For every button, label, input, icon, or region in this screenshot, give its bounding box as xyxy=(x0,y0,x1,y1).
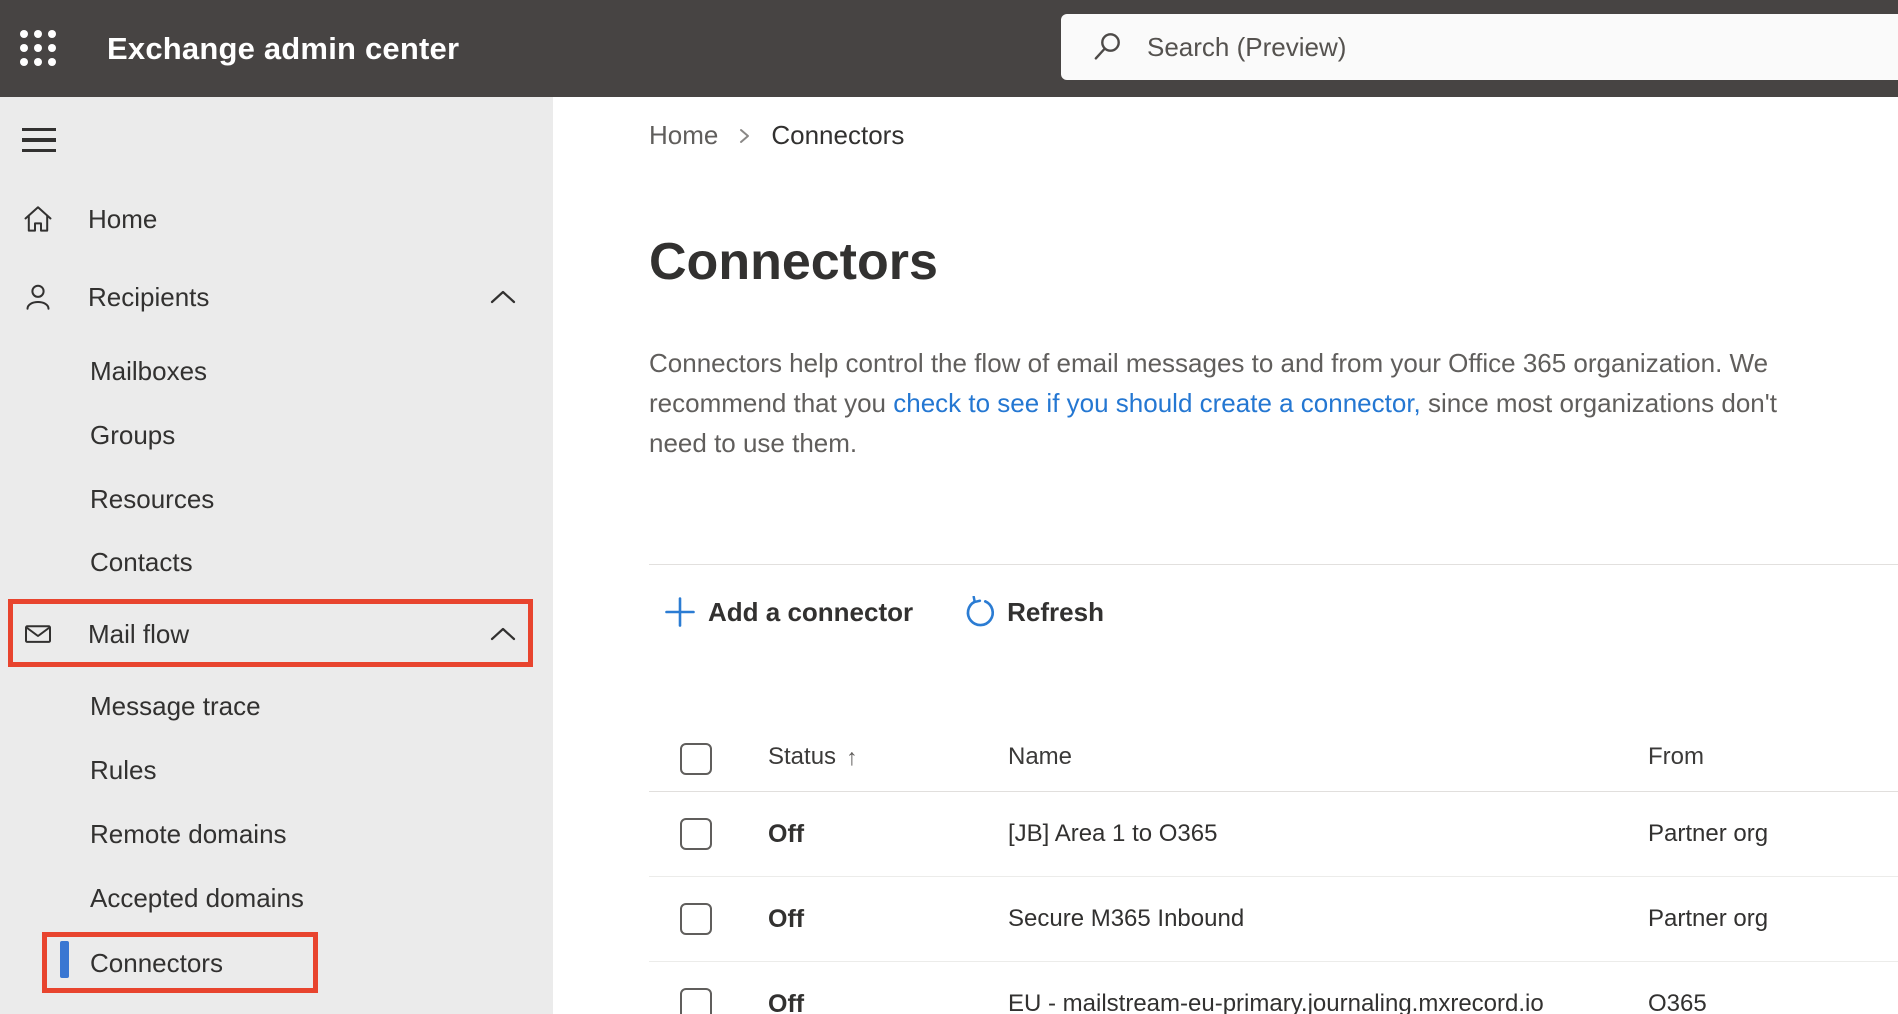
table-header-row: Status ↑ Name From xyxy=(649,660,1898,792)
chevron-up-icon xyxy=(490,290,516,304)
name-cell: Secure M365 Inbound xyxy=(1008,905,1245,932)
sidebar-item-label: Home xyxy=(88,203,158,234)
sidebar-item-groups[interactable]: Groups xyxy=(0,415,553,455)
search-box[interactable] xyxy=(1061,14,1898,80)
sidebar-item-message-trace[interactable]: Message trace xyxy=(0,686,553,726)
column-header-from[interactable]: From xyxy=(1648,743,1898,771)
row-checkbox[interactable] xyxy=(680,903,712,935)
column-header-name[interactable]: Name xyxy=(1008,743,1648,771)
app-launcher-icon[interactable] xyxy=(20,30,56,66)
main-content: Home Connectors Connectors Connectors he… xyxy=(553,97,1898,1014)
toolbar: Add a connector Refresh xyxy=(649,564,1104,660)
refresh-icon xyxy=(966,595,995,626)
sidebar-item-rules[interactable]: Rules xyxy=(0,750,553,790)
row-checkbox[interactable] xyxy=(680,988,712,1014)
from-cell: O365 xyxy=(1648,990,1707,1014)
refresh-label: Refresh xyxy=(1007,596,1104,627)
sidebar-item-label: Connectors xyxy=(90,947,223,978)
table-row[interactable]: Off EU - mailstream-eu-primary.journalin… xyxy=(649,962,1898,1014)
sidebar-item-label: Contacts xyxy=(90,546,193,577)
status-cell: Off xyxy=(768,904,805,933)
sidebar-item-mailboxes[interactable]: Mailboxes xyxy=(0,351,553,391)
table-row[interactable]: Off Secure M365 Inbound Partner org xyxy=(649,877,1898,962)
sidebar-item-label: Resources xyxy=(90,483,215,514)
search-icon xyxy=(1094,33,1120,60)
sidebar-item-label: Mailboxes xyxy=(90,355,208,386)
sort-ascending-icon: ↑ xyxy=(846,743,858,770)
column-header-label: Status xyxy=(768,743,837,770)
breadcrumb-current: Connectors xyxy=(771,119,905,150)
top-bar: Exchange admin center xyxy=(0,0,1898,97)
sidebar-item-home[interactable]: Home xyxy=(0,199,553,239)
page-description: Connectors help control the flow of emai… xyxy=(649,343,1898,463)
sidebar-item-contacts[interactable]: Contacts xyxy=(0,542,553,582)
search-input[interactable] xyxy=(1147,31,1827,63)
sidebar-item-label: Recipients xyxy=(88,281,210,312)
add-connector-button[interactable]: Add a connector xyxy=(664,596,913,628)
sidebar-item-accepted-domains[interactable]: Accepted domains xyxy=(0,878,553,918)
sidebar-item-resources[interactable]: Resources xyxy=(0,479,553,519)
description-text: recommend that you xyxy=(649,388,894,418)
from-cell: Partner org xyxy=(1648,905,1769,932)
selected-item-indicator xyxy=(60,941,69,978)
add-connector-label: Add a connector xyxy=(708,596,914,627)
chevron-right-icon xyxy=(736,125,753,147)
from-cell: Partner org xyxy=(1648,820,1769,847)
sidebar-item-label: Groups xyxy=(90,419,176,450)
create-connector-link[interactable]: check to see if you should create a conn… xyxy=(893,388,1421,418)
sidebar-item-remote-domains[interactable]: Remote domains xyxy=(0,814,553,854)
description-text: Connectors help control the flow of emai… xyxy=(649,348,1769,378)
name-cell: EU - mailstream-eu-primary.journaling.mx… xyxy=(1008,990,1544,1014)
refresh-button[interactable]: Refresh xyxy=(963,595,1104,629)
description-text: since most organizations don't xyxy=(1420,388,1777,418)
table-row[interactable]: Off [JB] Area 1 to O365 Partner org xyxy=(649,792,1898,877)
status-cell: Off xyxy=(768,989,805,1014)
exchange-admin-center-window: Exchange admin center Home Recipients xyxy=(0,0,1898,1014)
name-cell: [JB] Area 1 to O365 xyxy=(1008,820,1218,847)
column-header-status[interactable]: Status ↑ xyxy=(768,743,1008,771)
select-all-checkbox[interactable] xyxy=(680,743,712,775)
connectors-table: Status ↑ Name From Off [JB] Area 1 to O3… xyxy=(649,660,1898,1014)
sidebar-item-label: Remote domains xyxy=(90,818,287,849)
sidebar-item-label: Accepted domains xyxy=(90,882,304,913)
breadcrumb-home-link[interactable]: Home xyxy=(649,120,718,151)
column-header-label: Name xyxy=(1008,743,1073,770)
mail-icon xyxy=(25,625,51,643)
sidebar-item-recipients[interactable]: Recipients xyxy=(0,277,553,317)
row-checkbox[interactable] xyxy=(680,818,712,850)
plus-icon xyxy=(665,597,695,627)
person-icon xyxy=(26,284,50,310)
status-cell: Off xyxy=(768,819,805,848)
breadcrumb: Home Connectors xyxy=(649,118,904,152)
column-header-label: From xyxy=(1648,743,1704,770)
sidebar-item-label: Mail flow xyxy=(88,618,190,649)
app-title: Exchange admin center xyxy=(107,30,460,66)
sidebar: Home Recipients Mailboxes Groups Resourc… xyxy=(0,97,553,1014)
chevron-up-icon xyxy=(490,627,516,641)
description-text: need to use them. xyxy=(649,428,858,458)
home-icon xyxy=(24,206,52,232)
sidebar-item-mail-flow[interactable]: Mail flow xyxy=(0,614,553,654)
page-title: Connectors xyxy=(649,233,938,291)
hamburger-menu-icon[interactable] xyxy=(22,128,56,152)
sidebar-item-connectors[interactable]: Connectors xyxy=(0,943,553,983)
sidebar-item-label: Message trace xyxy=(90,690,261,721)
sidebar-item-label: Rules xyxy=(90,754,157,785)
